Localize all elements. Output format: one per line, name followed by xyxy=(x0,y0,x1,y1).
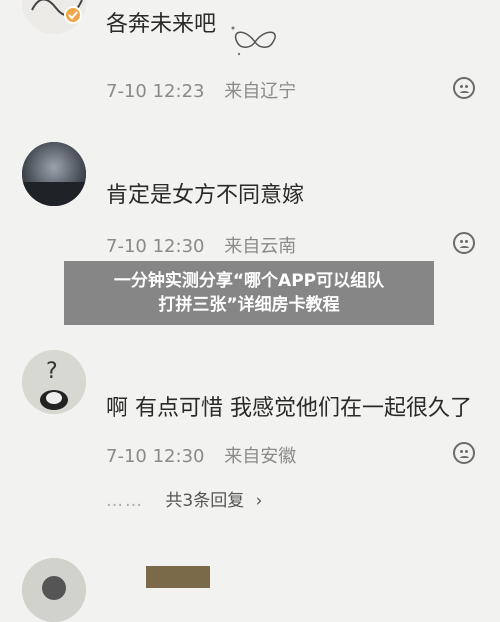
comment-time: 12:30 xyxy=(152,236,205,257)
replies-count: 共3条回复 xyxy=(165,491,245,511)
chevron-right-icon: › xyxy=(255,491,263,511)
comment-text: 啊 有点可惜 我感觉他们在一起很久了 xyxy=(106,396,472,421)
sad-face-icon[interactable] xyxy=(453,442,475,464)
comment-date: 7-10 xyxy=(106,446,147,467)
comment-text: 肯定是女方不同意嫁 xyxy=(106,183,305,208)
comment-time: 12:23 xyxy=(152,81,205,102)
avatar[interactable] xyxy=(22,558,86,622)
avatar[interactable]: ? xyxy=(22,350,86,414)
comment-meta: 7-10 12:30 来自安徽 xyxy=(106,442,296,468)
ellipsis-icon: …… xyxy=(106,491,144,511)
sad-face-icon[interactable] xyxy=(453,77,475,99)
comment-location: 来自安徽 xyxy=(224,446,297,467)
comment-meta: 7-10 12:23 来自辽宁 xyxy=(106,77,296,103)
comment-date: 7-10 xyxy=(106,81,147,102)
avatar-image xyxy=(22,558,86,622)
avatar-image: ? xyxy=(22,350,86,414)
avatar-image xyxy=(22,142,86,206)
comment-image-preview[interactable] xyxy=(146,566,210,588)
sad-face-icon[interactable] xyxy=(453,232,475,254)
view-replies-link[interactable]: …… 共3条回复 › xyxy=(106,486,262,511)
comment-meta: 7-10 12:30 来自云南 xyxy=(106,232,296,258)
comment-date: 7-10 xyxy=(106,236,147,257)
banner-line-2: 打拼三张”详细房卡教程 xyxy=(158,295,340,315)
comment-location: 来自云南 xyxy=(224,236,297,257)
comment-text: 各奔未来吧 xyxy=(106,12,217,37)
avatar[interactable] xyxy=(22,142,86,206)
svg-text:?: ? xyxy=(46,359,58,384)
butterfly-icon xyxy=(231,26,276,56)
overlay-title-banner: 一分钟实测分享“哪个APP可以组队 打拼三张”详细房卡教程 xyxy=(64,261,434,325)
verified-badge-icon xyxy=(64,6,82,24)
comment-location: 来自辽宁 xyxy=(224,81,297,102)
comment-time: 12:30 xyxy=(152,446,205,467)
banner-line-1: 一分钟实测分享“哪个APP可以组队 xyxy=(113,271,385,291)
